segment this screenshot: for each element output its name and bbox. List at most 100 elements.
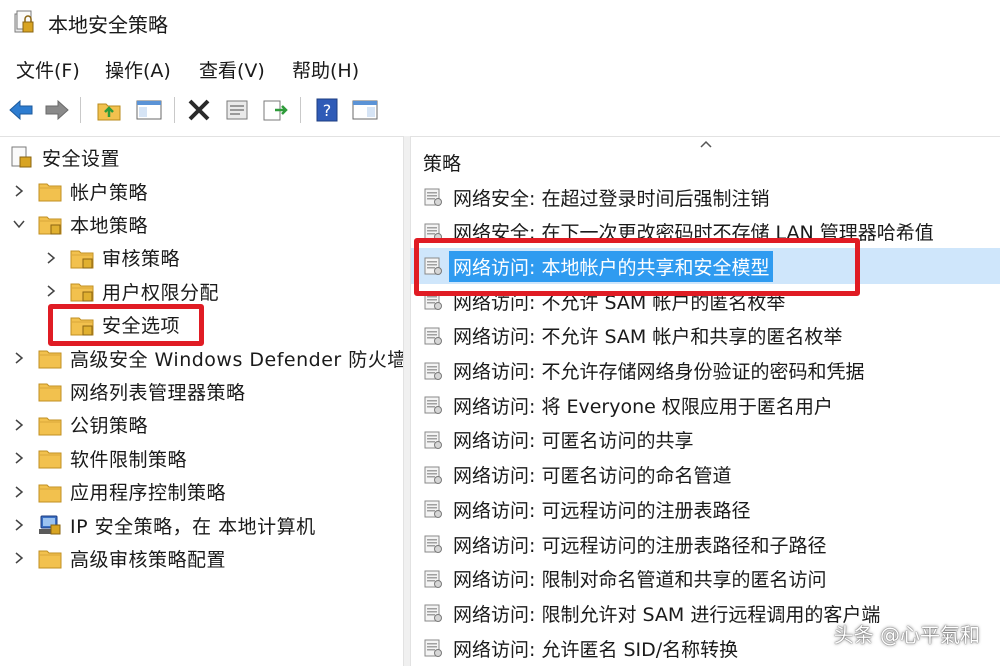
highlight-box-tree	[48, 304, 204, 346]
tree-item[interactable]: IP 安全策略，在 本地计算机	[12, 509, 316, 541]
tree-item[interactable]: 审核策略	[44, 242, 180, 274]
tree-item[interactable]: 应用程序控制策略	[12, 476, 226, 508]
policy-icon	[424, 396, 442, 415]
policy-icon	[424, 500, 442, 519]
policy-row[interactable]: 网络安全: 在超过登录时间后强制注销	[423, 181, 769, 213]
tree-item[interactable]: 公钥策略	[12, 409, 148, 441]
local-security-policy-icon	[14, 10, 34, 33]
tree-item[interactable]: 用户权限分配	[44, 275, 219, 307]
chevron-right-icon[interactable]	[44, 284, 58, 298]
folder-icon	[38, 383, 62, 402]
tree-item[interactable]: 软件限制策略	[12, 442, 187, 474]
tree-root[interactable]: 安全设置	[10, 141, 120, 173]
policy-label: 网络访问: 可匿名访问的命名管道	[453, 465, 732, 488]
folder-icon	[38, 216, 62, 235]
policy-label: 网络安全: 在超过登录时间后强制注销	[453, 187, 770, 210]
toolbar-separator	[300, 97, 301, 123]
policy-row[interactable]: 网络访问: 将 Everyone 权限应用于匿名用户	[423, 389, 833, 421]
watermark: 头条 @心平氣和	[833, 623, 980, 647]
policy-row[interactable]: 网络访问: 可匿名访问的命名管道	[423, 459, 731, 491]
tree-label: 网络列表管理器策略	[70, 381, 246, 404]
policy-row[interactable]: 网络访问: 限制对命名管道和共享的匿名访问	[423, 563, 826, 595]
folder-icon	[38, 484, 62, 503]
show-tree-icon[interactable]	[134, 95, 164, 125]
chevron-right-icon[interactable]	[44, 251, 58, 265]
tree-item[interactable]: 高级安全 Windows Defender 防火墙	[12, 342, 404, 374]
chevron-right-icon[interactable]	[12, 351, 26, 365]
up-folder-icon[interactable]	[94, 95, 124, 125]
policy-label: 网络访问: 可匿名访问的共享	[453, 430, 694, 453]
tree-label: 高级安全 Windows Defender 防火墙	[70, 348, 404, 371]
policy-label: 网络访问: 将 Everyone 权限应用于匿名用户	[453, 395, 833, 418]
menu-view[interactable]: 查看(V)	[197, 56, 267, 83]
policy-row[interactable]: 网络访问: 可远程访问的注册表路径和子路径	[423, 528, 826, 560]
folder-icon	[38, 550, 62, 569]
policy-icon	[424, 604, 442, 623]
tree-label: 审核策略	[102, 248, 181, 271]
chevron-right-icon[interactable]	[12, 485, 26, 499]
toolbar: ?	[0, 88, 1000, 130]
console-view-icon[interactable]	[350, 95, 380, 125]
toolbar-separator	[174, 97, 175, 123]
tree-label: 本地策略	[70, 214, 149, 237]
policy-label: 网络访问: 不允许 SAM 帐户和共享的匿名枚举	[453, 326, 843, 349]
policy-icon	[424, 466, 442, 484]
policy-label: 网络访问: 可远程访问的注册表路径和子路径	[453, 534, 827, 557]
tree-label: 应用程序控制策略	[70, 482, 227, 505]
chevron-down-icon[interactable]	[12, 217, 26, 231]
policy-label: 网络访问: 不允许存储网络身份验证的密码和凭据	[453, 361, 865, 383]
tree-label: IP 安全策略，在 本地计算机	[70, 515, 316, 538]
folder-icon	[38, 417, 62, 436]
back-arrow-icon[interactable]	[6, 95, 36, 125]
policy-icon	[424, 362, 442, 380]
chevron-right-icon[interactable]	[12, 518, 26, 532]
highlight-box-policy	[414, 238, 860, 296]
folder-icon	[38, 450, 62, 469]
chevron-right-icon[interactable]	[12, 451, 26, 465]
tree-label: 软件限制策略	[70, 448, 188, 471]
sort-ascending-icon[interactable]	[699, 139, 713, 149]
toolbar-separator	[80, 97, 81, 123]
delete-icon[interactable]	[184, 95, 214, 125]
policy-label: 网络访问: 限制对命名管道和共享的匿名访问	[453, 569, 827, 592]
svg-text:?: ?	[323, 101, 332, 120]
tree-item[interactable]: 本地策略	[12, 208, 148, 240]
export-list-icon[interactable]	[260, 95, 290, 125]
column-header-policy[interactable]: 策略	[423, 149, 461, 176]
title-bar: 本地安全策略	[0, 0, 1000, 44]
window-title: 本地安全策略	[48, 13, 168, 37]
chevron-right-icon[interactable]	[12, 418, 26, 432]
menu-action[interactable]: 操作(A)	[103, 56, 173, 83]
policy-icon	[424, 639, 442, 658]
tree-pane: 安全设置 帐户策略 本地策略 审核策略 用户权限分配 安全选项 高级安全 Windows …	[0, 136, 404, 666]
policy-icon	[424, 570, 442, 588]
tree-item[interactable]: 高级审核策略配置	[12, 542, 226, 574]
policy-row[interactable]: 网络访问: 允许匿名 SID/名称转换	[423, 632, 738, 664]
chevron-right-icon[interactable]	[12, 551, 26, 565]
policy-icon	[424, 535, 442, 553]
tree-label: 高级审核策略配置	[70, 548, 227, 571]
tree-item[interactable]: 网络列表管理器策略	[12, 375, 246, 407]
folder-icon	[70, 283, 94, 302]
policy-label: 网络访问: 限制允许对 SAM 进行远程调用的客户端	[453, 603, 881, 626]
forward-arrow-icon[interactable]	[42, 95, 72, 125]
policy-row[interactable]: 网络访问: 可匿名访问的共享	[423, 424, 693, 456]
properties-icon[interactable]	[222, 95, 252, 125]
policy-icon	[424, 327, 442, 345]
menu-file[interactable]: 文件(F)	[14, 56, 82, 83]
policy-row[interactable]: 网络访问: 不允许 SAM 帐户和共享的匿名枚举	[423, 320, 842, 352]
chevron-right-icon[interactable]	[12, 184, 26, 198]
tree-label: 公钥策略	[70, 415, 149, 438]
tree-label: 用户权限分配	[102, 281, 220, 304]
folder-icon	[38, 183, 62, 202]
policy-row[interactable]: 网络访问: 限制允许对 SAM 进行远程调用的客户端	[423, 597, 880, 629]
help-icon[interactable]: ?	[312, 95, 342, 125]
folder-icon	[38, 350, 62, 369]
policy-row[interactable]: 网络访问: 可远程访问的注册表路径	[423, 493, 750, 525]
tree-item[interactable]: 帐户策略	[12, 175, 148, 207]
policy-label: 网络访问: 允许匿名 SID/名称转换	[453, 638, 739, 661]
policy-row[interactable]: 网络访问: 不允许存储网络身份验证的密码和凭据	[423, 355, 864, 387]
tree-label: 帐户策略	[70, 181, 149, 204]
menu-help[interactable]: 帮助(H)	[290, 56, 361, 83]
